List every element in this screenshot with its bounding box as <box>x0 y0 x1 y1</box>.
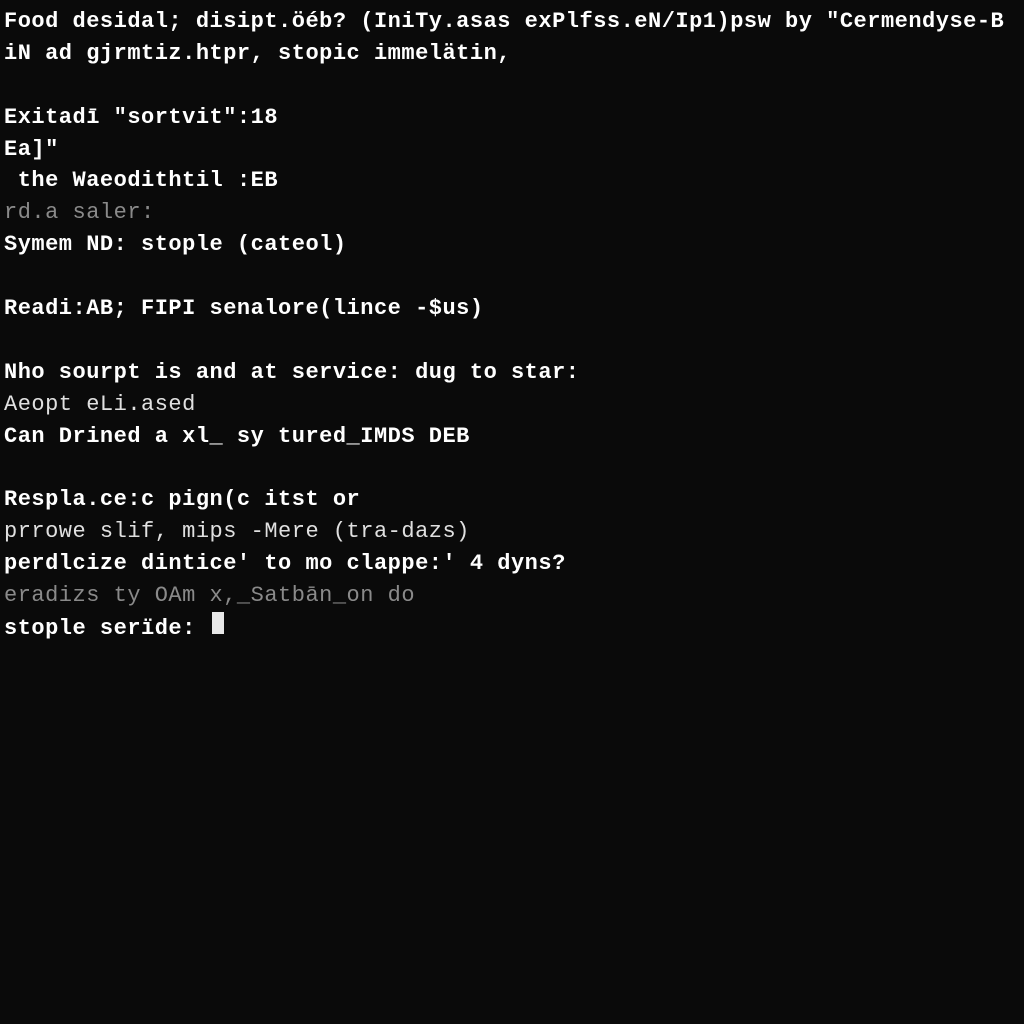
terminal-line: prrowe slif, mips -Mere (tra-dazs) <box>4 516 1020 548</box>
terminal-line: Can Drined a xl_ sy tured_IMDS DEB <box>4 421 1020 453</box>
terminal-line: Respla.ce:c pign(c itst or <box>4 484 1020 516</box>
terminal-line <box>4 452 1020 484</box>
terminal-line: Nho sourpt is and at service: dug to sta… <box>4 357 1020 389</box>
terminal-line: Symem ND: stople (cateol) <box>4 229 1020 261</box>
terminal-output: Food desidal; disipt.öéb? (IniTy.asas ex… <box>4 6 1020 612</box>
terminal-line <box>4 261 1020 293</box>
terminal-line: perdlcize dintice' to mo clappe:' 4 dyns… <box>4 548 1020 580</box>
terminal-line: Food desidal; disipt.öéb? (IniTy.asas ex… <box>4 6 1020 38</box>
terminal-line: iN ad gjrmtiz.htpr, stopic immelätin, <box>4 38 1020 70</box>
terminal-line: eradizs ty OAm x,_Satbān_on do <box>4 580 1020 612</box>
terminal-line: Readi:AB; FIPI senalore(lince -$us) <box>4 293 1020 325</box>
terminal-line: rd.a saler: <box>4 197 1020 229</box>
terminal-line <box>4 325 1020 357</box>
terminal-line: the Waeodithtil :EB <box>4 165 1020 197</box>
cursor-icon <box>212 612 224 634</box>
terminal-line: Exitadī "sortvit":18 <box>4 102 1020 134</box>
terminal-window[interactable]: Food desidal; disipt.öéb? (IniTy.asas ex… <box>4 6 1020 1018</box>
terminal-prompt-line[interactable]: stople serïde: <box>4 612 1020 645</box>
terminal-line: Aeopt eLi.ased <box>4 389 1020 421</box>
terminal-line: Ea]" <box>4 134 1020 166</box>
terminal-line <box>4 70 1020 102</box>
prompt-text: stople serïde: <box>4 613 210 645</box>
